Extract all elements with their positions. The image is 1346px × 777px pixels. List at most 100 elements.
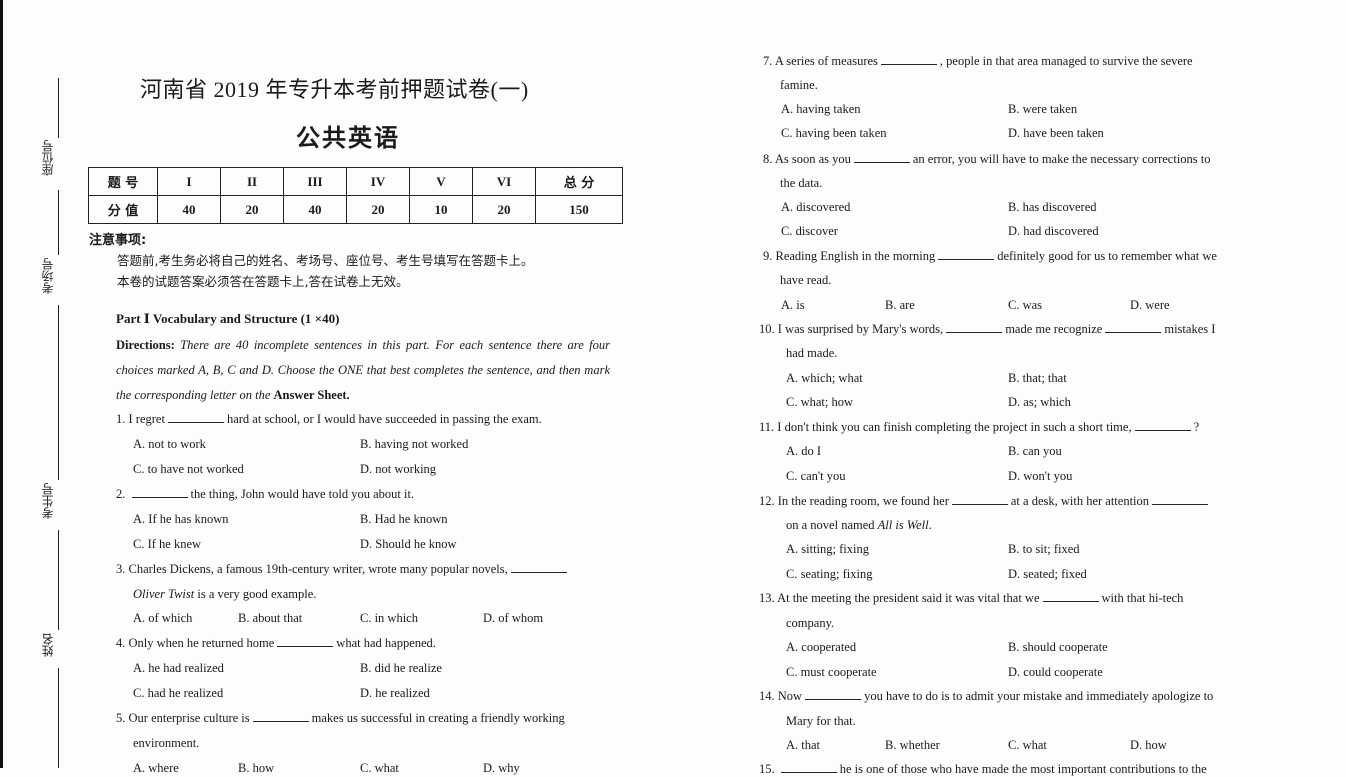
question-number: 7.: [763, 54, 775, 68]
question-continuation: have read.: [780, 273, 831, 288]
question-stem: 7. A series of measures , people in that …: [763, 54, 1263, 69]
question-number: 2.: [116, 487, 129, 501]
question-stem: 14. Now you have to do is to admit your m…: [759, 689, 1259, 704]
answer-option: B. whether: [885, 738, 940, 752]
part-cell: III: [283, 167, 347, 196]
question-text: Mary for that.: [786, 714, 856, 728]
answer-option: B. are: [885, 298, 915, 312]
answer-option: A. cooperated: [786, 640, 857, 654]
score-table-row-points: 分 值 40 20 40 20 10 20 150: [88, 195, 623, 224]
notice-heading: 注意事项:: [89, 233, 147, 248]
question-stem: 13. At the meeting the president said it…: [759, 591, 1259, 606]
part-cell: V: [409, 167, 473, 196]
answer-option: D. had discovered: [1008, 224, 1099, 238]
notice-line: 答题前,考生务必将自己的姓名、考场号、座位号、考生号填写在答题卡上。: [117, 253, 534, 268]
question-continuation: on a novel named All is Well.: [786, 518, 932, 533]
question-text: environment.: [133, 736, 200, 750]
answer-option: C. must cooperate: [786, 665, 877, 679]
points-cell: 20: [472, 195, 536, 224]
name-label: 姓名: [41, 633, 55, 657]
exam-title: 河南省 2019 年专升本考前押题试卷(一): [140, 77, 529, 102]
scan-edge: [0, 0, 3, 768]
answer-option: C. what; how: [786, 395, 854, 409]
answer-option: C. what: [1008, 738, 1047, 752]
question-number: 13.: [759, 591, 778, 605]
directions: Directions: There are 40 incomplete sent…: [116, 333, 610, 408]
part-cell: II: [220, 167, 284, 196]
answer-option: C. in which: [360, 611, 418, 625]
question-text: makes us successful in creating a friend…: [311, 711, 565, 725]
question-stem: 11. I don't think you can finish complet…: [759, 420, 1259, 435]
answer-option: A. that: [786, 738, 821, 752]
question-number: 12.: [759, 494, 778, 508]
question-continuation: had made.: [786, 346, 837, 361]
question-text: Charles Dickens, a famous 19th-century w…: [128, 562, 508, 576]
answer-blank: [1105, 322, 1162, 333]
question-text: you have to do is to admit your mistake …: [864, 689, 1214, 703]
answer-option: C. seating; fixing: [786, 567, 873, 581]
answer-blank: [1134, 420, 1191, 431]
answer-option: A. is: [781, 298, 805, 312]
question-stem: 3. Charles Dickens, a famous 19th-centur…: [116, 562, 616, 577]
answer-blank: [510, 562, 567, 573]
question-stem: 1. I regret hard at school, or I would ha…: [116, 412, 616, 427]
question-text: , people in that area managed to survive…: [939, 54, 1193, 68]
question-continuation: Mary for that.: [786, 714, 856, 729]
answer-option: B. to sit; fixed: [1008, 542, 1080, 556]
answer-option: A. he had realized: [133, 661, 224, 675]
answer-option: C. had he realized: [133, 686, 224, 700]
answer-option: A. If he has known: [133, 512, 229, 526]
answer-option: A. discovered: [781, 200, 851, 214]
answer-option: D. were: [1130, 298, 1170, 312]
answer-option: D. as; which: [1008, 395, 1071, 409]
italic-title: All is Well: [877, 518, 929, 532]
answer-option: D. how: [1130, 738, 1167, 752]
question-continuation: Oliver Twist is a very good example.: [133, 587, 316, 602]
answer-blank: [938, 249, 995, 260]
answer-option: B. were taken: [1008, 102, 1078, 116]
answer-blank: [853, 152, 910, 163]
answer-option: C. discover: [781, 224, 838, 238]
answer-option: B. can you: [1008, 444, 1062, 458]
points-cell: 40: [283, 195, 347, 224]
answer-option: C. having been taken: [781, 126, 887, 140]
answer-option: D. he realized: [360, 686, 430, 700]
question-text: is a very good example.: [194, 587, 317, 601]
answer-sheet-label: Answer Sheet.: [273, 388, 350, 402]
question-text: I was surprised by Mary's words,: [777, 322, 944, 336]
question-continuation: company.: [786, 616, 834, 631]
question-text: what had happened.: [336, 636, 436, 650]
answer-option: D. have been taken: [1008, 126, 1104, 140]
answer-option: B. having not worked: [360, 437, 469, 451]
question-continuation: environment.: [133, 736, 199, 751]
part-cell: I: [157, 167, 221, 196]
question-text: Only when he returned home: [128, 636, 275, 650]
answer-option: C. was: [1008, 298, 1043, 312]
answer-option: A. do I: [786, 444, 822, 458]
answer-option: D. Should he know: [360, 537, 457, 551]
seat-number-label: 座位号: [41, 140, 55, 176]
question-continuation: the data.: [780, 176, 822, 191]
answer-blank: [131, 487, 188, 498]
question-text: had made.: [786, 346, 838, 360]
part-title: Part Ⅰ Vocabulary and Structure (1 ×40): [116, 311, 340, 326]
answer-option: A. which; what: [786, 371, 863, 385]
binding-line: [58, 668, 59, 768]
answer-option: D. not working: [360, 462, 437, 476]
question-stem: 5. Our enterprise culture is makes us suc…: [116, 711, 616, 726]
question-number: 9.: [763, 249, 776, 263]
answer-option: A. sitting; fixing: [786, 542, 869, 556]
question-text: famine.: [780, 78, 818, 92]
answer-blank: [946, 322, 1003, 333]
answer-option: B. Had he known: [360, 512, 448, 526]
question-continuation: famine.: [780, 78, 818, 93]
question-text: Our enterprise culture is: [128, 711, 250, 725]
answer-option: A. where: [133, 761, 179, 775]
answer-option: C. what: [360, 761, 399, 775]
answer-option: B. that; that: [1008, 371, 1067, 385]
answer-option: D. why: [483, 761, 520, 775]
question-text: As soon as you: [774, 152, 851, 166]
question-number: 8.: [763, 152, 775, 166]
question-text: at a desk, with her attention: [1010, 494, 1150, 508]
candidate-number-label: 考生号: [41, 483, 55, 519]
